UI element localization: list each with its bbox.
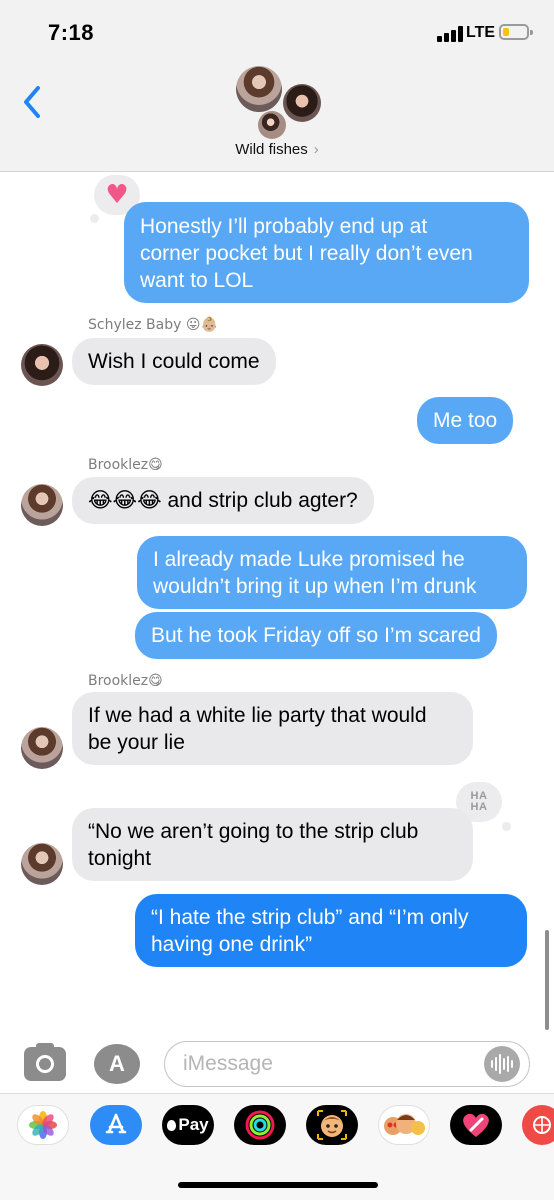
message-text: and strip club agter?	[161, 489, 358, 512]
group-avatar-3[interactable]	[258, 111, 286, 139]
message-bubble-received[interactable]: Wish I could come	[72, 338, 276, 385]
home-indicator[interactable]	[178, 1182, 378, 1188]
group-name-label: Wild fishes	[235, 141, 308, 158]
message-text: wouldn’t bring it up when I’m drunk	[153, 575, 477, 598]
message-bubble-sent[interactable]: Me too	[417, 397, 514, 444]
message-bubble-sent[interactable]: But he took Friday off so I’m scared	[135, 612, 497, 659]
group-name[interactable]: Wild fishes ›	[0, 141, 554, 158]
sender-avatar[interactable]	[21, 484, 63, 526]
apple-pay-icon[interactable]: Pay	[162, 1105, 214, 1145]
sender-name-text: Schylez Baby 😛👶🏼	[88, 317, 218, 333]
apple-logo-icon	[167, 1119, 177, 1131]
sender-name-text: Brooklez😋	[88, 673, 163, 689]
message-text: be your lie	[88, 731, 185, 754]
battery-icon	[499, 24, 533, 40]
message-text: But he took Friday off so I’m scared	[151, 624, 481, 647]
message-bubble-received[interactable]: 😂😂😂 and strip club agter?	[72, 477, 374, 524]
message-text: Wish I could come	[88, 350, 260, 373]
audio-message-icon[interactable]	[484, 1046, 520, 1082]
group-avatar-2[interactable]	[283, 84, 321, 122]
chevron-right-icon: ›	[313, 141, 319, 158]
scrollbar[interactable]	[545, 930, 549, 1030]
digital-touch-icon[interactable]	[450, 1105, 502, 1145]
sender-avatar[interactable]	[21, 843, 63, 885]
message-input-placeholder: iMessage	[183, 1052, 273, 1075]
message-text: “No we aren’t going to the strip club	[88, 820, 419, 843]
message-text: having one drink”	[151, 933, 313, 956]
sender-avatar[interactable]	[21, 344, 63, 386]
sender-name: Brooklez😋	[88, 672, 163, 689]
heart-icon: ♥	[105, 180, 129, 210]
tapback-tail-dot	[502, 822, 511, 831]
memoji-camera-icon[interactable]	[306, 1105, 358, 1145]
message-bubble-sent[interactable]: I already made Luke promised he wouldn’t…	[137, 536, 527, 609]
message-input[interactable]: iMessage	[164, 1041, 530, 1087]
sender-name-text: Brooklez😋	[88, 457, 163, 473]
message-text: want to LOL	[140, 269, 254, 292]
apple-pay-label: Pay	[178, 1115, 209, 1134]
tapback-tail-dot	[90, 214, 99, 223]
message-bubble-received[interactable]: If we had a white lie party that would b…	[72, 692, 473, 765]
message-bubble-received[interactable]: “No we aren’t going to the strip club to…	[72, 808, 473, 881]
message-text: tonight	[88, 847, 152, 870]
message-bubble-sent[interactable]: Honestly I’ll probably end up at corner …	[124, 202, 529, 303]
web-app-icon[interactable]	[522, 1105, 554, 1145]
app-store-glyph: A	[109, 1051, 125, 1076]
memoji-stickers-icon[interactable]	[378, 1105, 430, 1145]
haha-line: HA	[470, 801, 488, 813]
status-bar: 7:18 LTE	[0, 0, 554, 60]
network-type: LTE	[466, 24, 496, 41]
app-store-drawer-icon[interactable]	[90, 1105, 142, 1145]
back-chevron-icon[interactable]	[20, 84, 46, 120]
sender-name: Brooklez😋	[88, 456, 163, 473]
message-text: Me too	[433, 409, 498, 432]
activity-icon[interactable]	[234, 1105, 286, 1145]
sender-name: Schylez Baby 😛👶🏼	[88, 316, 218, 333]
app-store-icon[interactable]: A	[94, 1044, 140, 1084]
message-text: “I hate the strip club” and “I’m only	[151, 906, 469, 929]
message-text: corner pocket but I really don’t even	[140, 242, 473, 265]
photos-app-icon[interactable]	[17, 1105, 69, 1145]
group-avatar-1[interactable]	[236, 66, 282, 112]
status-time: 7:18	[48, 20, 95, 45]
message-text: Honestly I’ll probably end up at	[140, 215, 428, 238]
message-text: I already made Luke promised he	[153, 548, 465, 571]
cellular-signal-icon	[437, 26, 463, 42]
message-bubble-sent[interactable]: “I hate the strip club” and “I’m only ha…	[135, 894, 527, 967]
message-text: If we had a white lie party that would	[88, 704, 427, 727]
haha-icon: HA HA	[471, 791, 488, 813]
emoji-text: 😂😂😂	[88, 488, 162, 512]
camera-icon[interactable]	[24, 1043, 66, 1081]
sender-avatar[interactable]	[21, 727, 63, 769]
